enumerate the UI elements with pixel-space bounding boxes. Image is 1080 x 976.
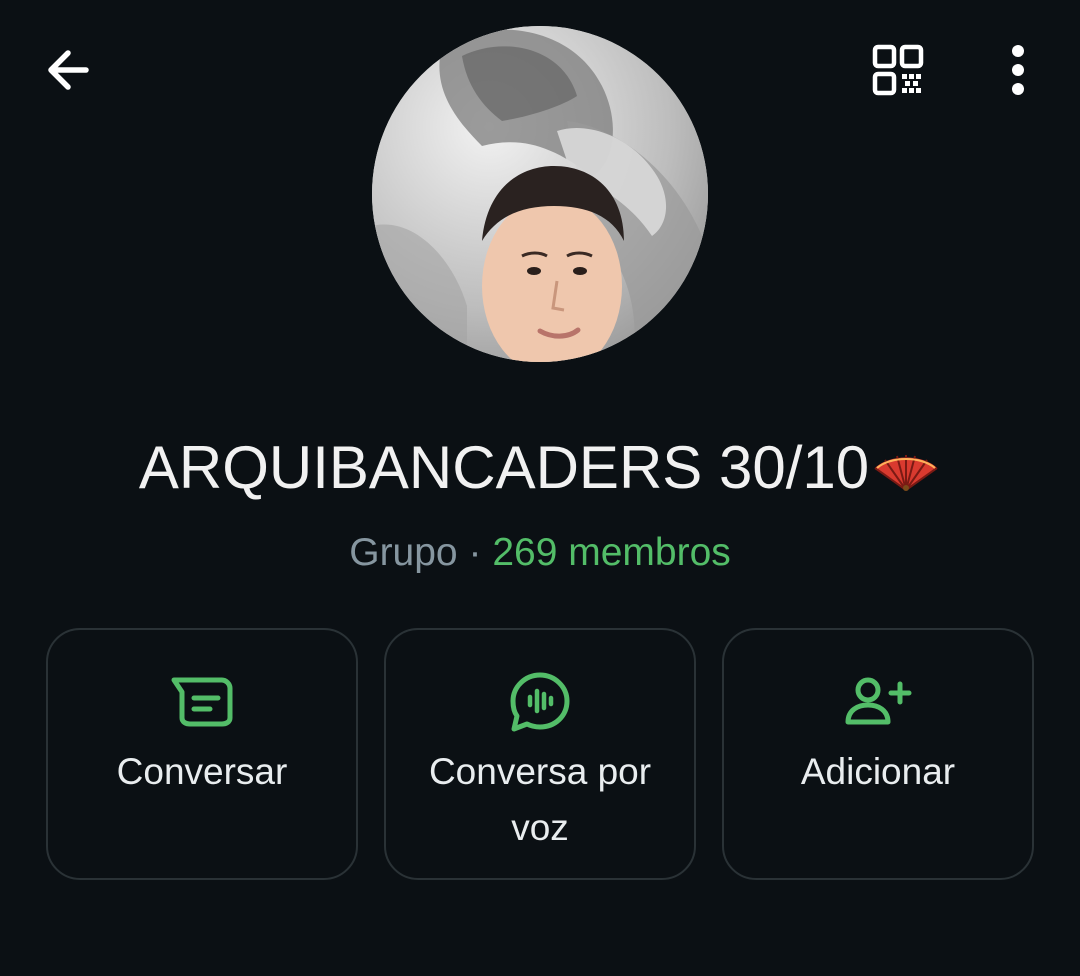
voice-chat-label: Conversa por voz (428, 751, 652, 848)
more-vertical-icon (1012, 45, 1024, 95)
voice-chat-button[interactable]: Conversa por voz (384, 628, 696, 880)
qr-code-button[interactable] (866, 38, 930, 102)
group-avatar[interactable] (372, 26, 708, 362)
message-icon (171, 677, 233, 727)
separator: · (468, 531, 482, 574)
action-buttons: Conversar Conversa por voz Adicionar (46, 628, 1034, 882)
group-type: Grupo (349, 531, 458, 574)
more-options-button[interactable] (986, 38, 1050, 102)
back-button[interactable] (36, 38, 100, 102)
folding-fan-emoji (871, 436, 941, 508)
arrow-left-icon (48, 50, 89, 90)
qr-code-icon (872, 44, 924, 96)
group-name-row: ARQUIBANCADERS 30/10 (0, 432, 1080, 508)
conversar-label: Conversar (116, 751, 288, 792)
voice-chat-icon (510, 672, 570, 732)
adicionar-button[interactable]: Adicionar (722, 628, 1034, 880)
group-photo (372, 26, 708, 362)
add-person-icon (845, 677, 912, 725)
members-count[interactable]: 269 membros (492, 531, 730, 574)
adicionar-label: Adicionar (800, 751, 956, 792)
conversar-button[interactable]: Conversar (46, 628, 358, 880)
group-name: ARQUIBANCADERS 30/10 (138, 434, 870, 501)
group-info: Grupo · 269 membros (0, 528, 1080, 578)
